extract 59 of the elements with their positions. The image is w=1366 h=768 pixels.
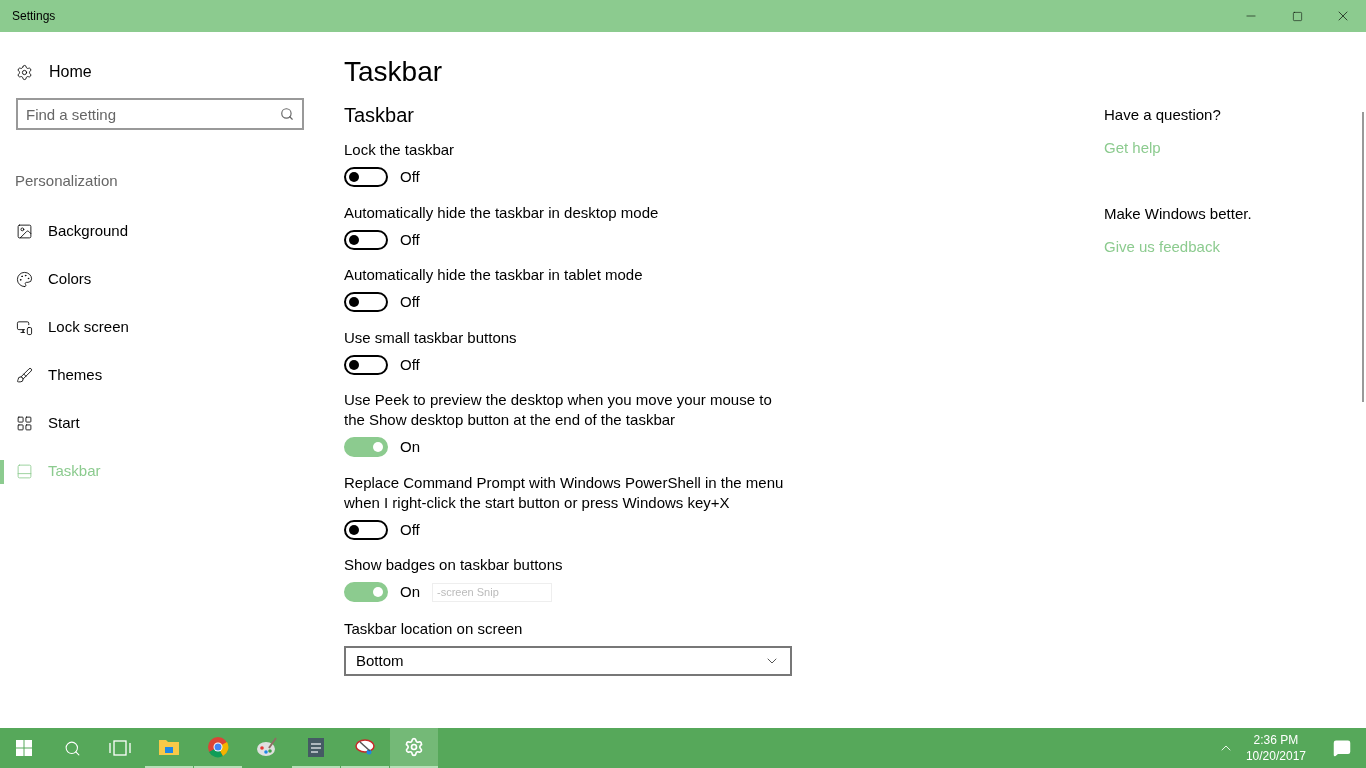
location-dropdown[interactable]: Bottom xyxy=(344,646,792,676)
toggle-state: Off xyxy=(400,292,420,312)
windows-logo-icon xyxy=(16,740,32,756)
help-heading: Make Windows better. xyxy=(1104,204,1253,224)
message-icon xyxy=(1333,739,1351,757)
gear-icon xyxy=(404,737,424,757)
clock-time: 2:36 PM xyxy=(1253,732,1299,748)
tooltip: -screen Snip xyxy=(432,583,552,602)
toggle-state: On xyxy=(400,582,420,602)
window-title: Settings xyxy=(12,8,57,24)
folder-icon xyxy=(158,737,180,757)
nav-item[interactable]: Themes xyxy=(4,364,103,387)
toggle-switch[interactable] xyxy=(344,519,388,540)
search-icon xyxy=(280,107,294,121)
toggle-switch[interactable] xyxy=(344,292,388,313)
setting-label: Automatically hide the taskbar in tablet mode xyxy=(344,265,644,285)
toggle-switch[interactable] xyxy=(344,229,388,250)
setting-label: Use small taskbar buttons xyxy=(344,327,518,348)
home-link[interactable]: Home xyxy=(0,54,92,90)
toggle-switch[interactable] xyxy=(344,437,388,458)
tiles-icon xyxy=(16,415,33,432)
nav-item[interactable]: Colors xyxy=(4,268,92,291)
nav-item[interactable]: Lock screen xyxy=(4,316,129,339)
setting-label: Lock the taskbar xyxy=(344,140,456,160)
paint-palette-icon xyxy=(256,736,278,758)
screen-lock-icon xyxy=(16,319,33,336)
taskbar-icon xyxy=(16,463,33,480)
section-title: Taskbar xyxy=(344,103,416,128)
restore-icon xyxy=(1291,10,1303,22)
toggle-switch[interactable] xyxy=(344,167,388,188)
task-view-icon xyxy=(109,740,131,756)
toggle-state: On xyxy=(400,437,420,457)
section-heading: Personalization xyxy=(14,171,119,191)
setting-label: Automatically hide the taskbar in desktop mode xyxy=(344,202,660,223)
toggle-state: Off xyxy=(400,229,420,250)
picture-icon xyxy=(16,223,33,240)
toggle-state: Off xyxy=(400,354,420,375)
toggle-switch[interactable] xyxy=(344,354,388,375)
gear-icon xyxy=(16,63,33,81)
clock-date: 10/20/2017 xyxy=(1245,748,1306,764)
setting-label: Show badges on taskbar buttons xyxy=(344,555,564,575)
browser-icon xyxy=(207,736,229,758)
page-title: Taskbar xyxy=(344,55,444,89)
brush-icon xyxy=(16,367,33,384)
setting-label: Use Peek to preview the desktop when you move your mouse to the Show desktop button at the end of the taskbar xyxy=(344,390,773,430)
toggle-state: Off xyxy=(400,167,420,187)
notepad-icon xyxy=(306,736,326,758)
taskbar-app-button[interactable] xyxy=(390,728,438,768)
toggle-state: Off xyxy=(400,519,420,540)
scrollbar-thumb[interactable] xyxy=(1362,112,1364,402)
palette-icon xyxy=(16,271,33,288)
nav-item[interactable]: Start xyxy=(4,412,80,435)
help-heading: Have a question? xyxy=(1104,105,1222,125)
setting-label: Taskbar location on screen xyxy=(344,618,524,639)
setting-label: Replace Command Prompt with Windows PowerShell in the menu when I right-click the start button or press Windows key+X xyxy=(344,472,785,513)
search-icon xyxy=(63,739,81,757)
toggle-switch[interactable] xyxy=(344,582,388,603)
search-field[interactable]: Find a setting xyxy=(16,98,304,130)
nav-item[interactable]: Background xyxy=(4,220,129,243)
